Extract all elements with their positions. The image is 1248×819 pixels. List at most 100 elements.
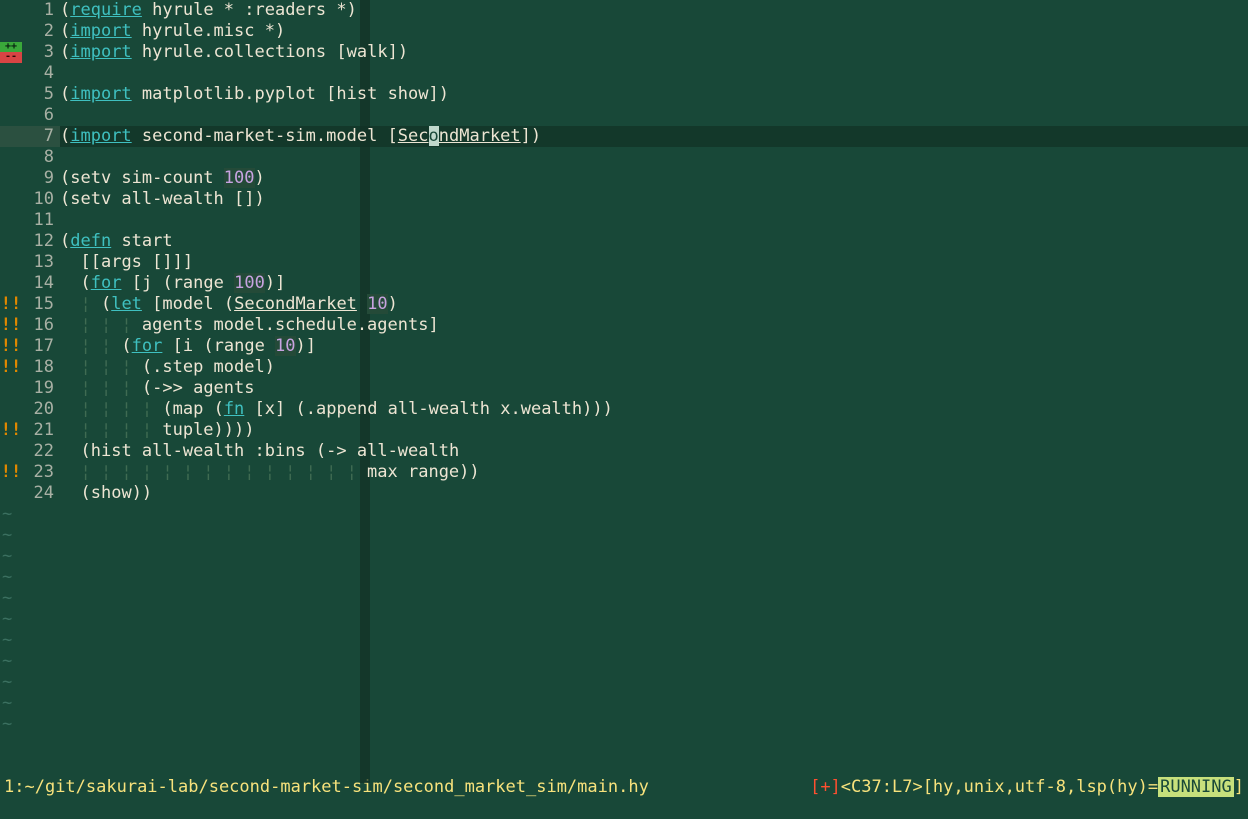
code-cell[interactable]: ¦ ¦ ¦ ¦ (map (fn [x] (.append all-wealth…: [60, 399, 1248, 420]
code-line[interactable]: 8: [0, 147, 1248, 168]
status-lsp-mode: RUNNING: [1158, 777, 1234, 797]
empty-line-tilde: ~: [0, 588, 1248, 609]
code-cell[interactable]: ¦ (let [model (SecondMarket 10): [60, 294, 1248, 315]
empty-line-tilde: ~: [0, 672, 1248, 693]
sign-column: !!: [0, 420, 22, 441]
status-filepath: ~/git/sakurai-lab/second-market-sim/seco…: [24, 777, 648, 798]
status-cursor-pos: <C37:L7>: [841, 777, 923, 797]
code-cell[interactable]: (setv sim-count 100): [60, 168, 1248, 189]
code-cell[interactable]: (defn start: [60, 231, 1248, 252]
sign-column: [0, 189, 22, 210]
code-cell[interactable]: ¦ ¦ (for [i (range 10)]: [60, 336, 1248, 357]
code-line[interactable]: 5(import matplotlib.pyplot [hist show]): [0, 84, 1248, 105]
code-line[interactable]: 14 (for [j (range 100)]: [0, 273, 1248, 294]
sign-column: [0, 105, 22, 126]
code-line[interactable]: !!15 ¦ (let [model (SecondMarket 10): [0, 294, 1248, 315]
line-number: 7: [22, 126, 60, 147]
line-number: 8: [22, 147, 60, 168]
line-number: 20: [22, 399, 60, 420]
code-line[interactable]: 6: [0, 105, 1248, 126]
sign-column: !!: [0, 315, 22, 336]
code-line[interactable]: !!17 ¦ ¦ (for [i (range 10)]: [0, 336, 1248, 357]
line-number: 23: [22, 462, 60, 483]
code-line[interactable]: 2(import hyrule.misc *): [0, 21, 1248, 42]
code-cell[interactable]: (require hyrule * :readers *): [60, 0, 1248, 21]
code-line[interactable]: !!16 ¦ ¦ ¦ agents model.schedule.agents]: [0, 315, 1248, 336]
code-cell[interactable]: ¦ ¦ ¦ ¦ tuple)))): [60, 420, 1248, 441]
status-filetype: [hy,unix,utf-8,lsp(hy)=: [923, 777, 1158, 797]
code-line[interactable]: 7(import second-market-sim.model [Second…: [0, 126, 1248, 147]
sign-column: [0, 378, 22, 399]
code-cell[interactable]: (hist all-wealth :bins (-> all-wealth: [60, 441, 1248, 462]
code-line[interactable]: 22 (hist all-wealth :bins (-> all-wealth: [0, 441, 1248, 462]
line-number: 5: [22, 84, 60, 105]
line-number: 21: [22, 420, 60, 441]
line-number: 11: [22, 210, 60, 231]
sign-column: [0, 399, 22, 420]
code-cell[interactable]: (for [j (range 100)]: [60, 273, 1248, 294]
line-number: 18: [22, 357, 60, 378]
code-line[interactable]: !!21 ¦ ¦ ¦ ¦ tuple)))): [0, 420, 1248, 441]
empty-line-tilde: ~: [0, 714, 1248, 735]
code-cell[interactable]: [60, 147, 1248, 168]
code-line[interactable]: 13 [[args []]]: [0, 252, 1248, 273]
sign-column: !!: [0, 462, 22, 483]
line-number: 16: [22, 315, 60, 336]
code-cell[interactable]: ¦ ¦ ¦ (->> agents: [60, 378, 1248, 399]
line-number: 22: [22, 441, 60, 462]
line-number: 4: [22, 63, 60, 84]
code-cell[interactable]: ¦ ¦ ¦ agents model.schedule.agents]: [60, 315, 1248, 336]
code-cell[interactable]: (import hyrule.misc *): [60, 21, 1248, 42]
code-line[interactable]: 19 ¦ ¦ ¦ (->> agents: [0, 378, 1248, 399]
sign-column: [0, 0, 22, 21]
code-line[interactable]: 11: [0, 210, 1248, 231]
sign-column: [0, 231, 22, 252]
code-line[interactable]: !!18 ¦ ¦ ¦ (.step model): [0, 357, 1248, 378]
code-cell[interactable]: [60, 105, 1248, 126]
status-right: [+]<C37:L7>[hy,unix,utf-8,lsp(hy)=RUNNIN…: [769, 756, 1244, 819]
line-number: 9: [22, 168, 60, 189]
empty-line-tilde: ~: [0, 567, 1248, 588]
sign-column: [0, 147, 22, 168]
code-cell[interactable]: [[args []]]: [60, 252, 1248, 273]
color-column: [360, 0, 370, 783]
sign-column: !!: [0, 357, 22, 378]
code-cell[interactable]: ¦ ¦ ¦ (.step model): [60, 357, 1248, 378]
code-line[interactable]: ++--3(import hyrule.collections [walk]): [0, 42, 1248, 63]
empty-line-tilde: ~: [0, 693, 1248, 714]
line-number: 12: [22, 231, 60, 252]
code-line[interactable]: 4: [0, 63, 1248, 84]
sign-column: [0, 252, 22, 273]
code-cell[interactable]: ¦ ¦ ¦ ¦ ¦ ¦ ¦ ¦ ¦ ¦ ¦ ¦ ¦ ¦ max range)): [60, 462, 1248, 483]
code-cell[interactable]: (show)): [60, 483, 1248, 504]
code-line[interactable]: 10(setv all-wealth []): [0, 189, 1248, 210]
code-line[interactable]: 9(setv sim-count 100): [0, 168, 1248, 189]
code-cell[interactable]: [60, 63, 1248, 84]
status-modified-flag: [+]: [810, 777, 841, 797]
line-number: 14: [22, 273, 60, 294]
code-cell[interactable]: (setv all-wealth []): [60, 189, 1248, 210]
sign-column: [0, 21, 22, 42]
code-line[interactable]: !!23 ¦ ¦ ¦ ¦ ¦ ¦ ¦ ¦ ¦ ¦ ¦ ¦ ¦ ¦ max ran…: [0, 462, 1248, 483]
code-cell[interactable]: (import hyrule.collections [walk]): [60, 42, 1248, 63]
sign-column: [0, 441, 22, 462]
editor-viewport[interactable]: 1(require hyrule * :readers *)2(import h…: [0, 0, 1248, 783]
status-buffer-num: 1:: [4, 777, 24, 798]
code-cell[interactable]: (import matplotlib.pyplot [hist show]): [60, 84, 1248, 105]
status-suffix: ]: [1234, 777, 1244, 797]
empty-line-tilde: ~: [0, 651, 1248, 672]
sign-column: [0, 273, 22, 294]
code-line[interactable]: 20 ¦ ¦ ¦ ¦ (map (fn [x] (.append all-wea…: [0, 399, 1248, 420]
code-line[interactable]: 24 (show)): [0, 483, 1248, 504]
code-line[interactable]: 12(defn start: [0, 231, 1248, 252]
code-cell[interactable]: [60, 210, 1248, 231]
sign-column: [0, 168, 22, 189]
line-number: 17: [22, 336, 60, 357]
empty-line-tilde: ~: [0, 609, 1248, 630]
sign-column: [0, 84, 22, 105]
code-line[interactable]: 1(require hyrule * :readers *): [0, 0, 1248, 21]
code-cell[interactable]: (import second-market-sim.model [SecondM…: [60, 126, 1248, 147]
sign-column: !!: [0, 294, 22, 315]
sign-column: [0, 126, 22, 147]
line-number: 10: [22, 189, 60, 210]
